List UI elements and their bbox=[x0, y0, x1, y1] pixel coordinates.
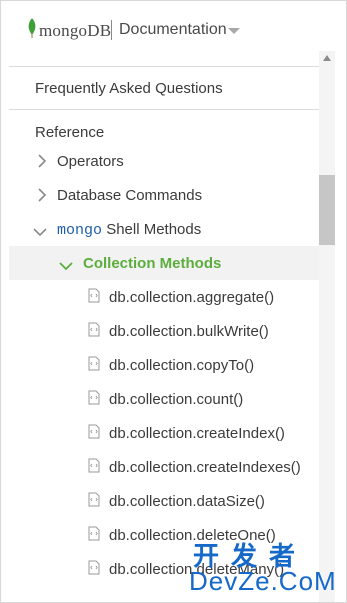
nav-item-mongo-shell-methods[interactable]: mongo Shell Methods bbox=[9, 212, 319, 246]
mongodb-logo-text[interactable]: mongoDB bbox=[39, 21, 111, 41]
file-icon bbox=[88, 356, 100, 375]
nav-item-label: Frequently Asked Questions bbox=[35, 80, 223, 97]
file-icon bbox=[88, 424, 100, 443]
chevron-down-icon[interactable] bbox=[32, 224, 48, 241]
scrollbar-thumb[interactable] bbox=[319, 175, 335, 245]
method-label: db.collection.copyTo() bbox=[109, 357, 255, 374]
mongodb-leaf-icon bbox=[27, 18, 37, 43]
header-separator bbox=[111, 20, 112, 40]
file-icon bbox=[88, 458, 100, 477]
nav-item-label: mongo Shell Methods bbox=[57, 221, 201, 239]
nav-item-database-commands[interactable]: Database Commands bbox=[9, 178, 319, 212]
chevron-right-icon[interactable] bbox=[37, 187, 47, 207]
method-item[interactable]: db.collection.deleteMany() bbox=[9, 552, 319, 586]
method-label: db.collection.deleteOne() bbox=[109, 527, 276, 544]
method-label: db.collection.deleteMany() bbox=[109, 561, 285, 578]
method-item[interactable]: db.collection.bulkWrite() bbox=[9, 314, 319, 348]
method-item[interactable]: db.collection.createIndexes() bbox=[9, 450, 319, 484]
file-icon bbox=[88, 322, 100, 341]
divider bbox=[9, 109, 319, 110]
method-label: db.collection.dataSize() bbox=[109, 493, 265, 510]
documentation-title[interactable]: Documentation bbox=[119, 21, 227, 39]
method-item[interactable]: db.collection.dataSize() bbox=[9, 484, 319, 518]
file-icon bbox=[88, 390, 100, 409]
nav-item-collection-methods[interactable]: Collection Methods bbox=[9, 246, 319, 280]
file-icon bbox=[88, 560, 100, 579]
chevron-right-icon[interactable] bbox=[37, 153, 47, 173]
divider bbox=[9, 66, 319, 67]
nav-tree: Frequently Asked Questions Reference Ope… bbox=[9, 59, 319, 602]
docs-sidebar-window: mongoDB Documentation Frequently Asked Q… bbox=[0, 0, 347, 603]
file-icon bbox=[88, 526, 100, 545]
caret-down-icon[interactable] bbox=[228, 28, 240, 34]
scroll-up-arrow-icon[interactable] bbox=[323, 55, 331, 61]
nav-item-operators[interactable]: Operators bbox=[9, 144, 319, 178]
header: mongoDB Documentation bbox=[1, 1, 346, 59]
nav-item-label: Reference bbox=[35, 124, 105, 141]
file-icon bbox=[88, 492, 100, 511]
method-label: db.collection.createIndexes() bbox=[109, 459, 301, 476]
nav-item-label: Operators bbox=[57, 153, 124, 170]
method-label: db.collection.createIndex() bbox=[109, 425, 285, 442]
nav-item-label: Database Commands bbox=[57, 187, 203, 204]
nav-item-faq[interactable]: Frequently Asked Questions bbox=[9, 71, 319, 105]
method-item[interactable]: db.collection.copyTo() bbox=[9, 348, 319, 382]
chevron-down-icon[interactable] bbox=[58, 258, 74, 275]
method-item[interactable]: db.collection.aggregate() bbox=[9, 280, 319, 314]
method-item[interactable]: db.collection.deleteOne() bbox=[9, 518, 319, 552]
shell-methods-label: Shell Methods bbox=[106, 221, 202, 238]
method-item[interactable]: db.collection.createIndex() bbox=[9, 416, 319, 450]
method-label: db.collection.count() bbox=[109, 391, 244, 408]
mongo-code-label: mongo bbox=[57, 222, 103, 239]
method-item[interactable]: db.collection.count() bbox=[9, 382, 319, 416]
nav-item-label: Collection Methods bbox=[83, 255, 222, 272]
method-label: db.collection.aggregate() bbox=[109, 289, 275, 306]
file-icon bbox=[88, 288, 100, 307]
vertical-scrollbar[interactable] bbox=[319, 51, 335, 602]
method-label: db.collection.bulkWrite() bbox=[109, 323, 269, 340]
